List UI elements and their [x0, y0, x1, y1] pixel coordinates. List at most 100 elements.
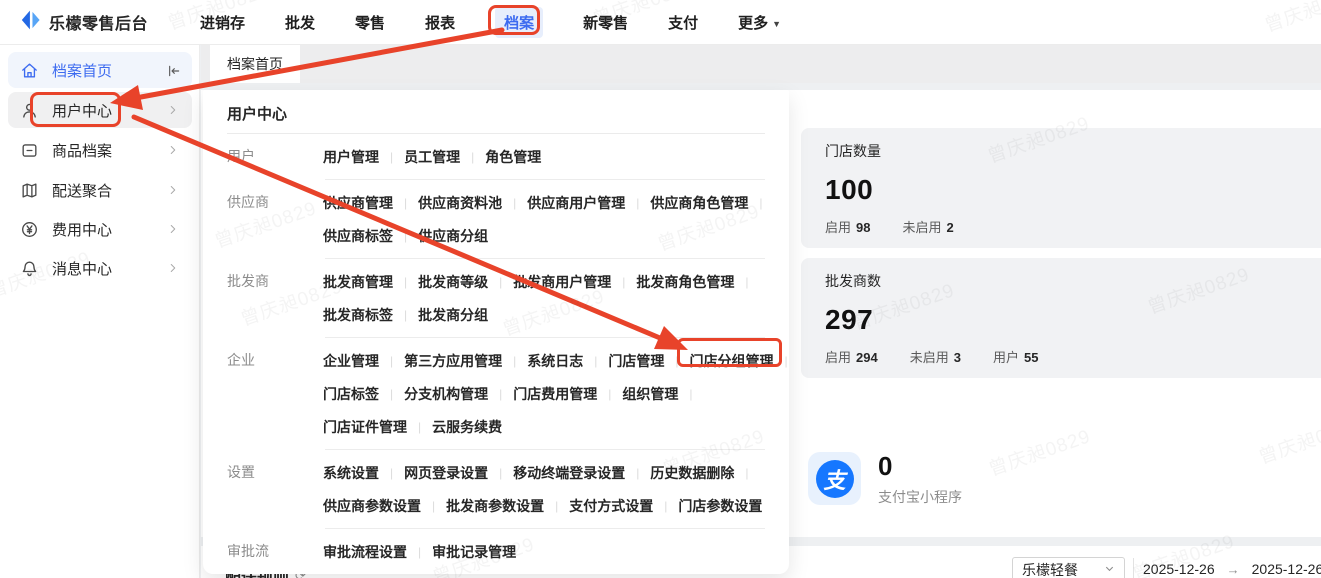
menu-section-5: 审批流 审批流程设置 | 审批记录管理	[227, 529, 765, 574]
menu-link[interactable]: 批发商角色管理	[636, 272, 734, 292]
date-start: 2025-12-26	[1143, 561, 1215, 577]
chevron-right-icon	[166, 222, 180, 236]
menu-link-separator: |	[608, 386, 612, 401]
menu-link[interactable]: 支付方式设置	[569, 496, 653, 516]
tab-archive-home[interactable]: 档案首页	[210, 45, 300, 83]
sidebar-item-label: 档案首页	[52, 62, 113, 80]
sidebar-item-3[interactable]: 配送聚合	[8, 172, 192, 208]
sidebar-item-label: 商品档案	[52, 142, 113, 160]
tab-bar: 档案首页	[201, 45, 1321, 83]
menu-link[interactable]: 供应商分组	[418, 226, 488, 246]
goods-icon	[20, 141, 39, 160]
menu-section-label: 设置	[227, 464, 255, 480]
menu-section-4: 设置 系统设置 | 网页登录设置 | 移动终端登录设置 | 历史数据删除 | 供应商参数设置 | 批发…	[227, 450, 765, 528]
menu-link[interactable]: 供应商标签	[323, 226, 393, 246]
menu-link[interactable]: 第三方应用管理	[404, 351, 502, 371]
menu-link-separator: |	[745, 274, 749, 289]
menu-link[interactable]: 批发商参数设置	[446, 496, 544, 516]
menu-link-separator: |	[759, 195, 763, 210]
sidebar-item-4[interactable]: 费用中心	[8, 211, 192, 247]
nav-item-4[interactable]: 档案	[495, 6, 544, 38]
menu-link-separator: |	[594, 353, 598, 368]
menu-link-separator: |	[390, 386, 394, 401]
arrow-right-icon: →	[1226, 561, 1240, 577]
top-navigation: 乐檬零售后台 进销存 批发 零售 报表 档案 新零售 支付 更多 ▼	[0, 0, 1321, 45]
nav-item-1[interactable]: 批发	[285, 12, 315, 33]
chevron-right-icon	[166, 261, 180, 275]
menu-link-separator: |	[745, 465, 749, 480]
menu-link[interactable]: 门店证件管理	[323, 417, 407, 437]
menu-link[interactable]: 门店参数设置	[678, 496, 762, 516]
menu-link[interactable]: 供应商角色管理	[650, 193, 748, 213]
menu-link[interactable]: 网页登录设置	[404, 463, 488, 483]
sidebar-item-2[interactable]: 商品档案	[8, 132, 192, 168]
menu-link[interactable]: 系统设置	[323, 463, 379, 483]
menu-link[interactable]: 审批记录管理	[432, 542, 516, 562]
menu-link[interactable]: 批发商用户管理	[513, 272, 611, 292]
nav-item-0[interactable]: 进销存	[200, 12, 245, 33]
chevron-down-icon	[1104, 563, 1115, 577]
nav-item-7[interactable]: 更多 ▼	[738, 12, 781, 33]
menu-link-separator: |	[499, 465, 503, 480]
menu-section-0: 用户 用户管理 | 员工管理 | 角色管理	[227, 134, 765, 179]
menu-link-separator: |	[689, 386, 693, 401]
menu-link[interactable]: 用户管理	[323, 147, 379, 167]
menu-link-separator: |	[664, 498, 668, 513]
sidebar-item-0[interactable]: 档案首页	[8, 52, 192, 88]
nav-item-3[interactable]: 报表	[425, 12, 455, 33]
menu-link[interactable]: 门店管理	[608, 351, 664, 371]
alipay-glyph: 支	[823, 467, 846, 493]
sidebar-item-label: 用户中心	[52, 102, 113, 120]
alipay-label: 支付宝小程序	[878, 489, 962, 505]
menu-link[interactable]: 系统日志	[527, 351, 583, 371]
stat-metric: 未启用 3	[909, 350, 961, 365]
alipay-icon: 支	[808, 452, 861, 505]
date-end: 2025-12-26	[1251, 561, 1321, 577]
footer-divider	[1133, 558, 1134, 578]
menu-link-separator: |	[404, 195, 408, 210]
menu-link[interactable]: 门店标签	[323, 384, 379, 404]
menu-link[interactable]: 供应商管理	[323, 193, 393, 213]
menu-link[interactable]: 组织管理	[622, 384, 678, 404]
menu-link[interactable]: 供应商参数设置	[323, 496, 421, 516]
menu-link[interactable]: 批发商等级	[418, 272, 488, 292]
stat-metric: 用户 55	[992, 350, 1039, 365]
logo-icon	[20, 9, 42, 36]
sidebar-item-5[interactable]: 消息中心	[8, 250, 192, 286]
menu-section-label: 审批流	[227, 543, 269, 559]
menu-link[interactable]: 历史数据删除	[650, 463, 734, 483]
stat-card-value: 100	[825, 174, 874, 205]
menu-link[interactable]: 审批流程设置	[323, 542, 407, 562]
store-select[interactable]: 乐檬轻餐	[1012, 557, 1125, 578]
menu-section-label: 供应商	[227, 194, 269, 210]
brand-logo[interactable]: 乐檬零售后台	[20, 9, 148, 36]
app-screen: 乐檬零售后台 进销存 批发 零售 报表 档案 新零售 支付 更多 ▼ 档案首页用户中心商品档案配…	[0, 0, 1321, 578]
menu-link[interactable]: 批发商管理	[323, 272, 393, 292]
menu-link[interactable]: 门店费用管理	[513, 384, 597, 404]
menu-link-separator: |	[513, 195, 517, 210]
menu-link[interactable]: 移动终端登录设置	[513, 463, 625, 483]
menu-link[interactable]: 供应商资料池	[418, 193, 502, 213]
menu-link[interactable]: 门店分组管理	[690, 351, 774, 371]
menu-link[interactable]: 云服务续费	[432, 417, 502, 437]
chevron-right-icon	[166, 183, 180, 197]
sidebar-item-label: 费用中心	[52, 221, 113, 239]
stat-card-1: 批发商数 297 启用 294 未启用 3 用户 55	[801, 258, 1321, 378]
menu-link[interactable]: 批发商标签	[323, 305, 393, 325]
menu-link[interactable]: 企业管理	[323, 351, 379, 371]
user-center-megamenu: 用户中心 用户 用户管理 | 员工管理 | 角色管理 供应商 供应商管理 | 供应商资料池 | 供应商…	[203, 90, 789, 574]
menu-link-separator: |	[675, 353, 679, 368]
delivery-icon	[20, 181, 39, 200]
nav-item-5[interactable]: 新零售	[583, 12, 628, 33]
menu-link[interactable]: 供应商用户管理	[527, 193, 625, 213]
nav-item-6[interactable]: 支付	[668, 12, 698, 33]
menu-link[interactable]: 批发商分组	[418, 305, 488, 325]
menu-link[interactable]: 员工管理	[404, 147, 460, 167]
date-range-picker[interactable]: 2025-12-26 → 2025-12-26	[1143, 561, 1321, 577]
menu-link[interactable]: 角色管理	[485, 147, 541, 167]
nav-item-2[interactable]: 零售	[355, 12, 385, 33]
menu-link-separator: |	[499, 386, 503, 401]
collapse-icon[interactable]	[166, 63, 180, 77]
sidebar-item-1[interactable]: 用户中心	[8, 92, 192, 128]
menu-link[interactable]: 分支机构管理	[404, 384, 488, 404]
